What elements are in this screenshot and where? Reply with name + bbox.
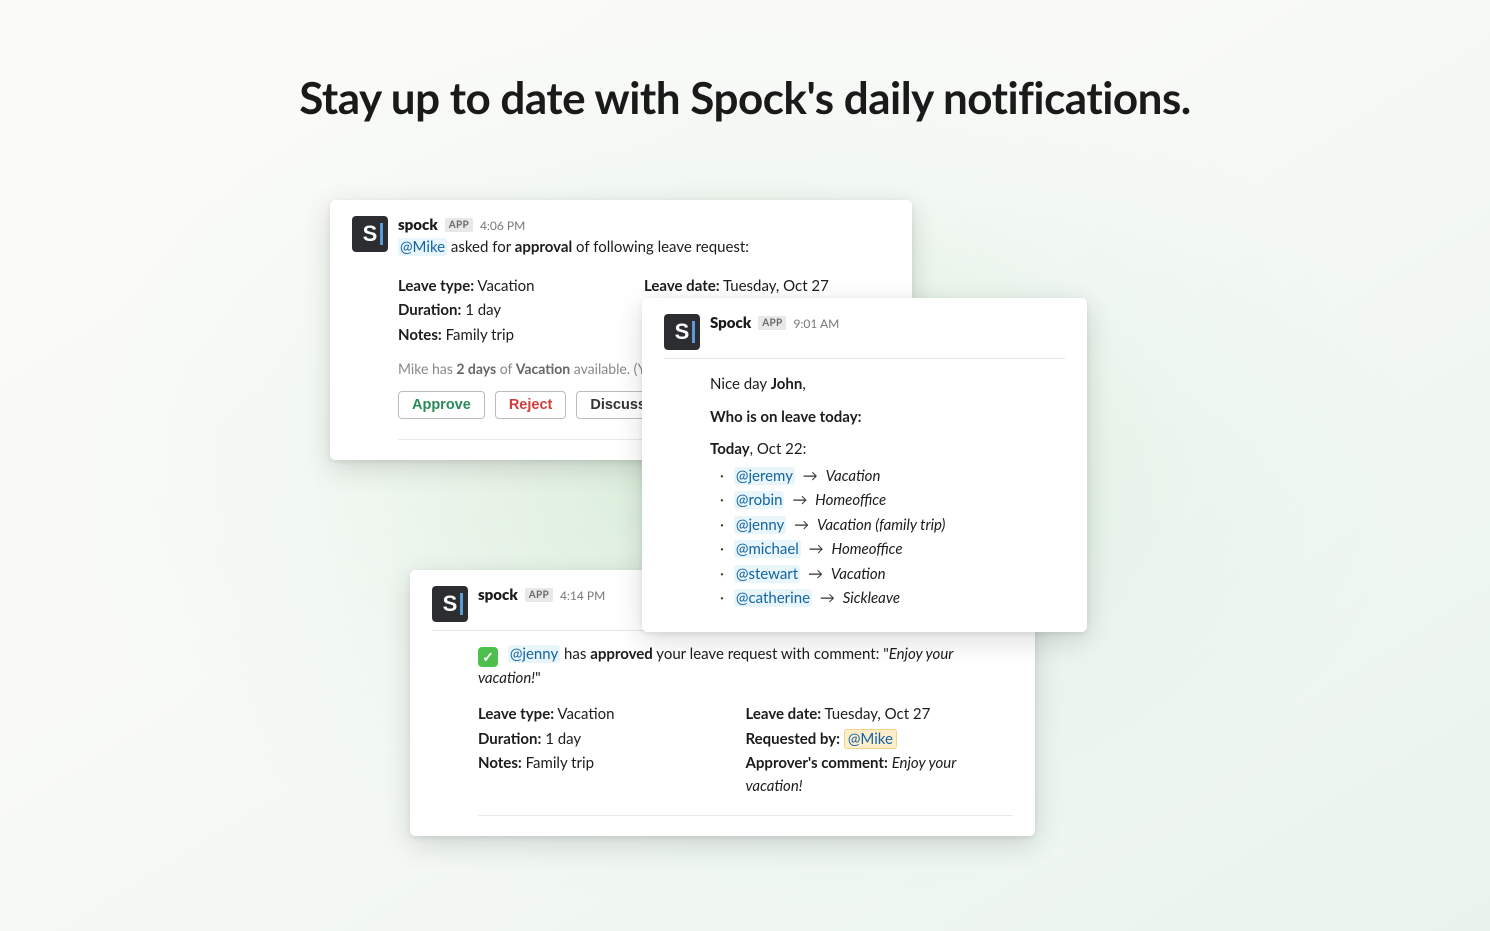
leave-type: Homeoffice	[815, 491, 886, 509]
user-mention[interactable]: @jeremy	[734, 467, 795, 485]
app-avatar: S	[664, 314, 700, 350]
reject-button[interactable]: Reject	[495, 391, 567, 419]
notes-label: Notes:	[478, 754, 522, 772]
app-badge: APP	[525, 588, 553, 602]
leave-type-value: Vacation	[477, 277, 534, 295]
leave-type: Sickleave	[843, 589, 900, 607]
leave-list: @jeremy → Vacation@robin → Homeoffice@je…	[710, 465, 1065, 610]
leave-type: Vacation	[831, 565, 886, 583]
user-mention[interactable]: @stewart	[734, 565, 800, 583]
leave-note: (family trip)	[872, 516, 946, 534]
user-mention[interactable]: @Mike	[398, 238, 447, 256]
leave-type-value: Vacation	[557, 705, 614, 723]
message-timestamp: 9:01 AM	[793, 316, 839, 331]
user-mention[interactable]: @michael	[734, 540, 801, 558]
arrow-icon: →	[816, 589, 839, 607]
leave-type: Vacation	[826, 467, 881, 485]
message-header: S Spock APP 9:01 AM	[664, 314, 1065, 350]
duration-value: 1 day	[465, 301, 501, 319]
app-name: spock	[398, 216, 438, 234]
arrow-icon: →	[790, 516, 813, 534]
leave-type-label: Leave type:	[398, 277, 474, 295]
app-badge: APP	[445, 218, 473, 232]
app-name: spock	[478, 586, 518, 604]
user-mention[interactable]: @catherine	[734, 589, 812, 607]
duration-label: Duration:	[398, 301, 461, 319]
user-mention[interactable]: @jenny	[508, 645, 560, 663]
divider	[664, 358, 1065, 359]
approve-button[interactable]: Approve	[398, 391, 485, 419]
leave-type-label: Leave type:	[478, 705, 554, 723]
user-mention[interactable]: @jenny	[734, 516, 786, 534]
digest-heading: Who is on leave today:	[710, 406, 1065, 429]
app-badge: APP	[758, 316, 786, 330]
leave-list-item: @stewart → Vacation	[710, 563, 1065, 586]
message-timestamp: 4:06 PM	[480, 218, 525, 233]
requested-by-label: Requested by:	[746, 730, 840, 748]
user-mention[interactable]: @robin	[734, 491, 785, 509]
message-header: S spock APP 4:06 PM @Mike asked for appr…	[352, 216, 890, 259]
leave-list-item: @jeremy → Vacation	[710, 465, 1065, 488]
arrow-icon: →	[805, 540, 828, 558]
approver-comment-label: Approver's comment:	[746, 754, 888, 772]
page-headline: Stay up to date with Spock's daily notif…	[0, 72, 1490, 124]
leave-date-label: Leave date:	[644, 277, 720, 295]
arrow-icon: →	[799, 467, 822, 485]
notes-value: Family trip	[526, 754, 594, 772]
leave-date-label: Leave date:	[746, 705, 822, 723]
app-avatar: S	[432, 586, 468, 622]
app-avatar: S	[352, 216, 388, 252]
leave-date-value: Tuesday, Oct 27	[824, 705, 930, 723]
leave-details: Leave type: Vacation Duration: 1 day Not…	[478, 703, 1013, 799]
leave-list-item: @robin → Homeoffice	[710, 489, 1065, 512]
leave-type: Homeoffice	[832, 540, 903, 558]
notes-value: Family trip	[446, 326, 514, 344]
divider	[478, 815, 1013, 816]
app-name: Spock	[710, 314, 751, 332]
leave-list-item: @jenny → Vacation (family trip)	[710, 514, 1065, 537]
leave-type: Vacation	[817, 516, 872, 534]
duration-value: 1 day	[545, 730, 581, 748]
arrow-icon: →	[788, 491, 811, 509]
user-mention[interactable]: @Mike	[844, 729, 897, 749]
arrow-icon: →	[804, 565, 827, 583]
duration-label: Duration:	[478, 730, 541, 748]
notes-label: Notes:	[398, 326, 442, 344]
today-line: Today, Oct 22:	[710, 438, 1065, 461]
checkmark-icon: ✓	[478, 647, 498, 667]
leave-list-item: @catherine → Sickleave	[710, 587, 1065, 610]
message-card-daily-digest: S Spock APP 9:01 AM Nice day John, Who i…	[642, 298, 1087, 632]
message-timestamp: 4:14 PM	[560, 588, 605, 603]
leave-date-value: Tuesday, Oct 27	[723, 277, 829, 295]
approved-line: ✓ @jenny has approved your leave request…	[478, 643, 1013, 689]
greeting-line: Nice day John,	[710, 373, 1065, 396]
leave-list-item: @michael → Homeoffice	[710, 538, 1065, 561]
